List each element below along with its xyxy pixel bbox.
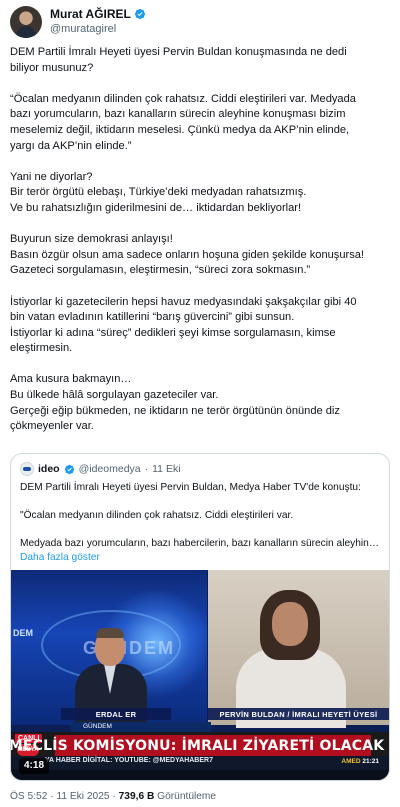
- tweet-date[interactable]: 11 Eki 2025: [56, 791, 109, 802]
- quoted-text-line: Medyada bazı yorumcuların, bazı habercil…: [20, 538, 380, 549]
- video-bottom-bar: [11, 770, 389, 780]
- quoted-separator: ·: [144, 463, 149, 475]
- lower-third-banner: CANLI MEDYA MECLİS KOMİSYONU: İMRALI ZİY…: [11, 732, 389, 756]
- quoted-tweet-card[interactable]: ideo @ideomedya · 11 Eki DEM Partili İmr…: [10, 453, 390, 781]
- tweet-text-line: Gerçeği eğip bükmeden, ne iktidarın ne t…: [10, 404, 340, 417]
- tweet-text-line: çökmeyenler var.: [10, 420, 94, 433]
- studio-scene: GÜNDEM DEM: [11, 570, 211, 726]
- tweet-text-line: bazı yorumcuların, bazı kanalların sürec…: [10, 108, 346, 121]
- remote-guest-scene: [208, 570, 389, 728]
- ticker-clock: AMED 21:21: [341, 758, 379, 765]
- views-count: 739,6 B: [118, 791, 155, 802]
- quoted-timestamp[interactable]: 11 Eki: [152, 463, 180, 475]
- tweet-text-line: “Öcalan medyanın dilinden çok rahatsız. …: [10, 92, 356, 105]
- tweet-text-line: biliyor musunuz?: [10, 61, 94, 74]
- tweet-text-line: Ve bu rahatsızlığın giderilmesini de… ik…: [10, 201, 302, 214]
- ticker-text: YA HABER DİGİTAL: YOUTUBE: @MEDYAHABER7: [45, 757, 213, 764]
- author-handle[interactable]: @muratagirel: [50, 23, 116, 35]
- quoted-tweet-header: ideo @ideomedya · 11 Eki: [20, 462, 181, 476]
- quoted-tweet-text: DEM Partili İmralı Heyeti üyesi Pervin B…: [20, 481, 382, 565]
- quoted-text-line: "Öcalan medyanın dilinden çok rahatsız. …: [20, 510, 294, 521]
- tweet-text-line: Ama kusura bakmayın…: [10, 373, 132, 386]
- quoted-handle[interactable]: @ideomedya: [79, 463, 141, 475]
- tweet-text-line: İstiyorlar ki adına “süreç” dedikleri şe…: [10, 326, 336, 339]
- video-player[interactable]: GÜNDEM DEM ERDAL ER PERVİN BULDAN / İMRA…: [11, 570, 389, 780]
- news-headline: MECLİS KOMİSYONU: İMRALI ZİYARETİ OLACAK…: [11, 735, 389, 756]
- video-duration-badge: 4:18: [19, 758, 50, 774]
- tweet-text-line: eleştirmesin.: [10, 342, 73, 355]
- quoted-avatar[interactable]: [20, 462, 34, 476]
- show-more-link[interactable]: Daha fazla göster: [20, 551, 382, 565]
- meta-separator: ·: [50, 791, 54, 802]
- tweet-text-line: Bu ülkede hâlâ sorgulayan gazeteciler va…: [10, 389, 219, 402]
- verified-badge-icon: [134, 8, 146, 20]
- guest-name-caption: PERVİN BULDAN / İMRALI HEYETİ ÜYESİ: [208, 708, 389, 720]
- tweet-text-line: Yani ne diyorlar?: [10, 170, 93, 183]
- author-avatar[interactable]: [10, 6, 42, 38]
- tweet-text-line: Buyurun size demokrasi anlayışı!: [10, 233, 173, 246]
- tweet-text-line: Bir terör örgütü elebaşı, Türkiye’deki m…: [10, 186, 307, 199]
- tweet-text-line: meselemiz değil, iktidarın meselesi. Çün…: [10, 123, 350, 136]
- tweet-text-line: yargı da AKP’nin elinde.”: [10, 139, 132, 152]
- program-label: GÜNDEM: [71, 722, 211, 732]
- tweet-text-line: bin vatan evladının katillerini “barış g…: [10, 311, 295, 324]
- meta-separator: ·: [112, 791, 116, 802]
- views-label: Görüntüleme: [157, 791, 217, 802]
- news-ticker: YA HABER DİGİTAL: YOUTUBE: @MEDYAHABER7 …: [11, 756, 389, 770]
- author-display-name[interactable]: Murat AĞIREL: [50, 7, 131, 21]
- tweet-text-line: İstiyorlar ki gazetecilerin hepsi havuz …: [10, 295, 357, 308]
- tweet-text: DEM Partili İmralı Heyeti üyesi Pervin B…: [10, 45, 390, 435]
- studio-side-text: DEM: [13, 628, 33, 638]
- quoted-text-line: DEM Partili İmralı Heyeti üyesi Pervin B…: [20, 482, 361, 493]
- author-name-row: Murat AĞIREL: [50, 7, 146, 21]
- tweet-meta: ÖS 5:52 · 11 Eki 2025 · 739,6 B Görüntül…: [10, 791, 216, 802]
- quoted-verified-badge-icon: [64, 464, 74, 474]
- tweet-time[interactable]: ÖS 5:52: [10, 791, 47, 802]
- tweet-header: Murat AĞIREL @muratagirel: [10, 6, 390, 38]
- host-name-caption: ERDAL ER: [61, 708, 171, 720]
- tweet-text-line: DEM Partili İmralı Heyeti üyesi Pervin B…: [10, 46, 347, 58]
- tweet-text-line: Basın özgür olsun ama sadece onların hoş…: [10, 248, 364, 261]
- tweet-text-line: Gazeteci sorgulamasın, eleştirmesin, “sü…: [10, 264, 311, 277]
- quoted-display-name[interactable]: ideo: [38, 463, 60, 475]
